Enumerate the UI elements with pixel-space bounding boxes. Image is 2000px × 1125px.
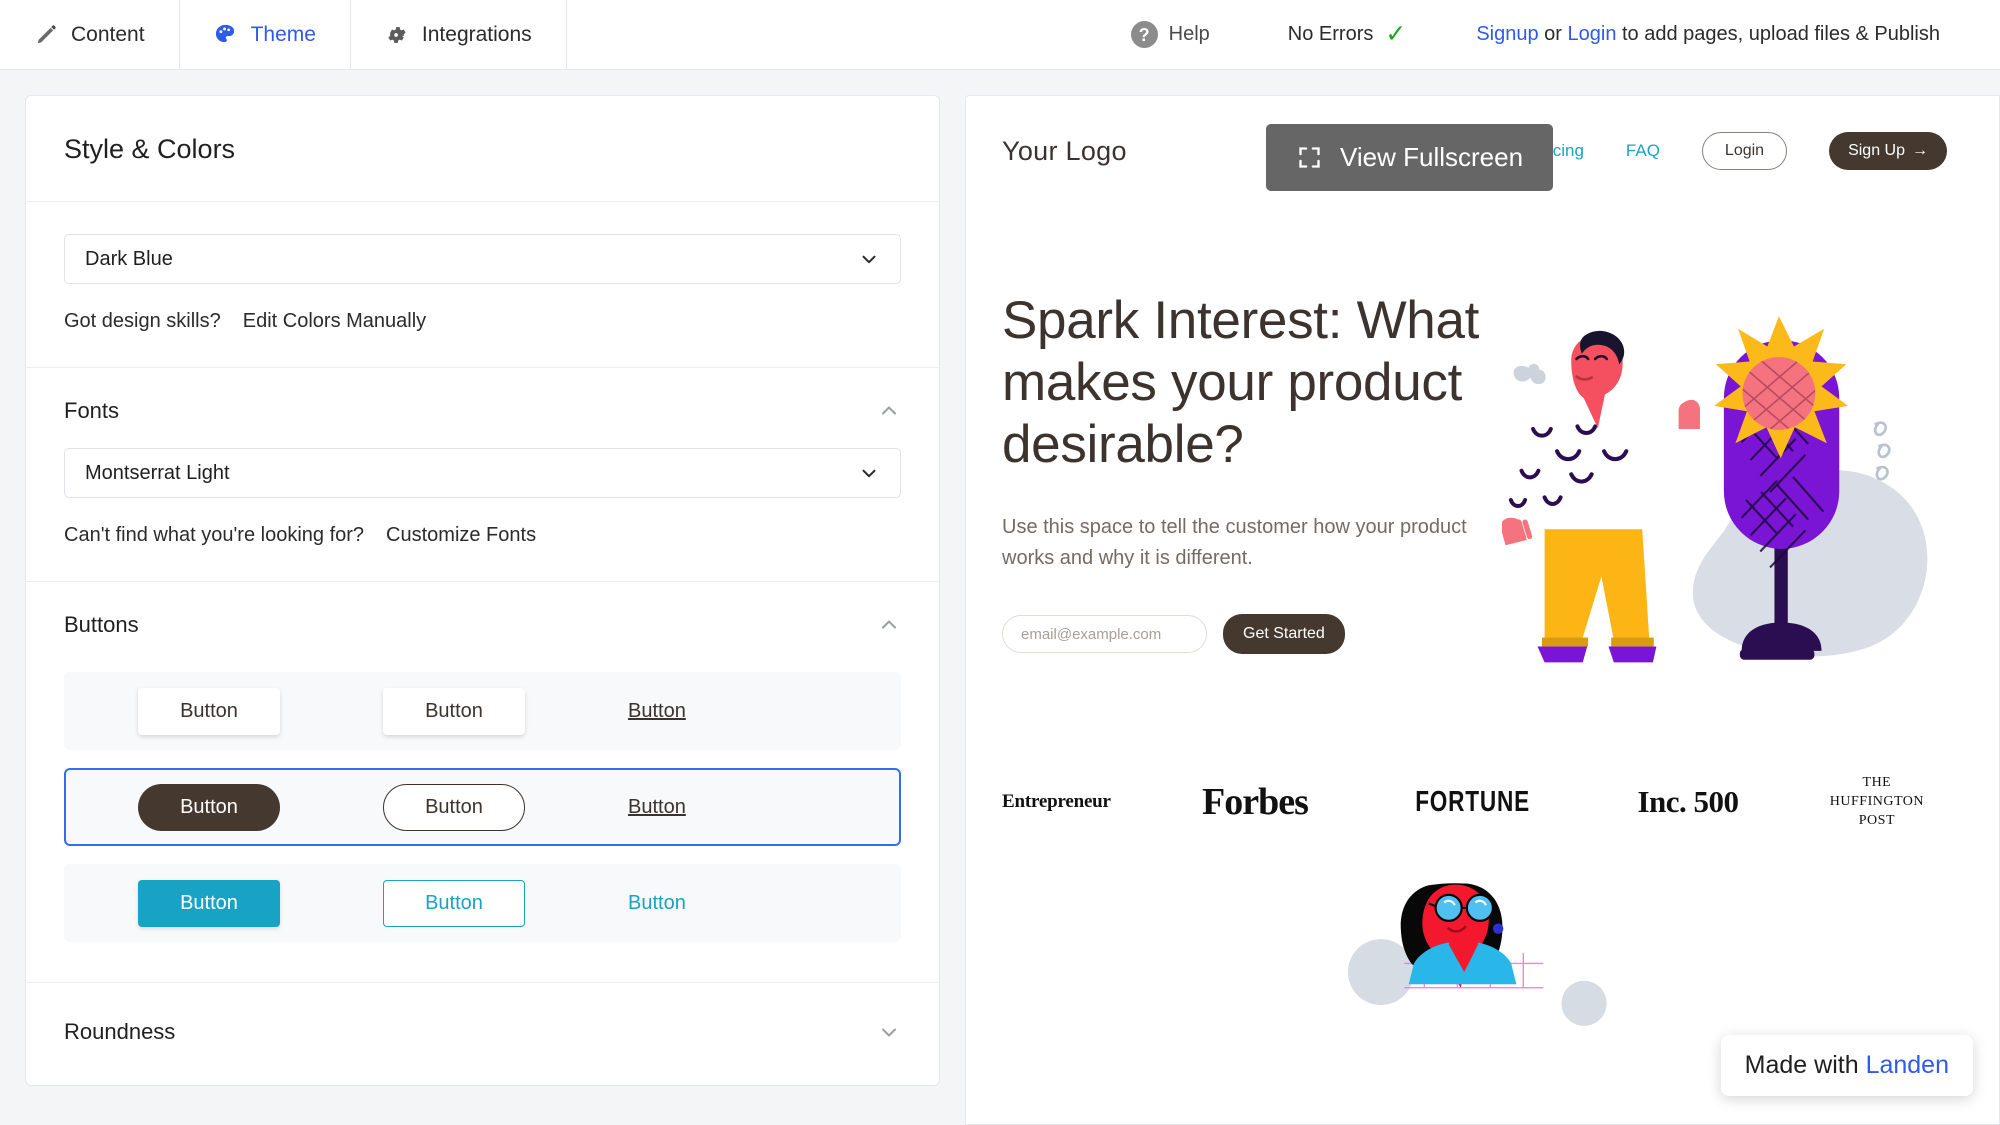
preview-hero: Spark Interest: What makes your product … bbox=[966, 170, 1999, 710]
font-value: Montserrat Light bbox=[85, 462, 230, 485]
landen-brand-link[interactable]: Landen bbox=[1866, 1051, 1949, 1079]
edit-colors-manually-link[interactable]: Edit Colors Manually bbox=[243, 310, 426, 333]
app-toolbar: Content Theme Integrations ? Help bbox=[0, 0, 2000, 70]
color-helper-row: Got design skills? Edit Colors Manually bbox=[64, 310, 901, 333]
help-label: Help bbox=[1169, 23, 1210, 46]
button-style-option-teal[interactable]: Button Button Button bbox=[64, 864, 901, 942]
site-login-button[interactable]: Login bbox=[1702, 132, 1787, 170]
theme-settings-panel: Style & Colors Dark Blue Got design skil… bbox=[25, 95, 940, 1086]
hero-heading: Spark Interest: What makes your product … bbox=[1002, 290, 1502, 476]
preview-outline-button[interactable]: Button bbox=[383, 880, 525, 927]
signup-login-prompt: Signup or Login to add pages, upload fil… bbox=[1476, 23, 1940, 46]
status-no-errors: No Errors ✓ bbox=[1288, 22, 1407, 47]
fonts-section: Fonts Montserrat Light Can't find what y… bbox=[26, 368, 939, 582]
site-logo: Your Logo bbox=[1002, 136, 1127, 167]
preview-link-button[interactable]: Button bbox=[628, 784, 686, 831]
nav-link-faq[interactable]: FAQ bbox=[1626, 141, 1660, 161]
toolbar-status-area: ? Help No Errors ✓ Signup or Login to ad… bbox=[567, 0, 2000, 69]
color-helper-question: Got design skills? bbox=[64, 310, 221, 333]
panel-header: Style & Colors bbox=[26, 96, 939, 202]
preview-solid-button[interactable]: Button bbox=[138, 688, 280, 735]
press-logo-fortune: FORTUNE bbox=[1415, 786, 1530, 819]
tab-theme-label: Theme bbox=[251, 23, 316, 47]
made-with-landen-badge[interactable]: Made with Landen bbox=[1721, 1035, 1973, 1096]
button-style-option-square[interactable]: Button Button Button bbox=[64, 672, 901, 750]
tab-integrations[interactable]: Integrations bbox=[351, 0, 567, 69]
site-signup-label: Sign Up bbox=[1848, 142, 1905, 160]
press-logos-row: Entrepreneur Forbes FORTUNE Inc. 500 THE… bbox=[966, 734, 1999, 831]
press-logo-inc500: Inc. 500 bbox=[1637, 784, 1738, 820]
font-select[interactable]: Montserrat Light bbox=[64, 448, 901, 498]
expand-icon bbox=[1296, 144, 1323, 171]
chevron-down-icon bbox=[858, 248, 880, 270]
tab-integrations-label: Integrations bbox=[422, 23, 532, 47]
workspace: Style & Colors Dark Blue Got design skil… bbox=[0, 70, 2000, 1125]
gear-icon bbox=[385, 23, 409, 47]
preview-outline-button[interactable]: Button bbox=[383, 688, 525, 735]
tab-theme[interactable]: Theme bbox=[180, 0, 351, 69]
signup-link[interactable]: Signup bbox=[1476, 23, 1538, 45]
hero-illustration bbox=[1502, 290, 1999, 710]
button-style-options: Button Button Button Button Button Butto… bbox=[26, 638, 939, 982]
fonts-helper-question: Can't find what you're looking for? bbox=[64, 524, 364, 547]
tab-content[interactable]: Content bbox=[0, 0, 180, 69]
view-fullscreen-button[interactable]: View Fullscreen bbox=[1266, 124, 1553, 191]
color-scheme-value: Dark Blue bbox=[85, 248, 173, 271]
palette-icon bbox=[214, 23, 238, 47]
question-mark-icon: ? bbox=[1131, 21, 1158, 48]
press-logo-entrepreneur: Entrepreneur bbox=[1002, 791, 1111, 813]
email-field[interactable] bbox=[1002, 615, 1207, 653]
color-scheme-select[interactable]: Dark Blue bbox=[64, 234, 901, 284]
buttons-section: Buttons Button Button Button Button Butt… bbox=[26, 582, 939, 983]
preview-link-button[interactable]: Button bbox=[628, 880, 686, 927]
chevron-down-icon bbox=[858, 462, 880, 484]
made-with-prefix: Made with bbox=[1745, 1051, 1866, 1079]
roundness-accordion-header[interactable]: Roundness bbox=[26, 983, 939, 1085]
color-scheme-section: Dark Blue Got design skills? Edit Colors… bbox=[26, 202, 939, 368]
site-preview: View Fullscreen Your Logo Features Prici… bbox=[965, 95, 2000, 1125]
chevron-up-icon bbox=[877, 399, 901, 423]
get-started-button[interactable]: Get Started bbox=[1223, 614, 1345, 654]
page-title: Style & Colors bbox=[64, 134, 901, 165]
checkmark-icon: ✓ bbox=[1385, 22, 1406, 47]
preview-link-button[interactable]: Button bbox=[628, 688, 686, 735]
view-fullscreen-label: View Fullscreen bbox=[1340, 142, 1523, 173]
tab-content-label: Content bbox=[71, 23, 145, 47]
fonts-helper-row: Can't find what you're looking for? Cust… bbox=[64, 524, 901, 547]
login-link[interactable]: Login bbox=[1568, 23, 1617, 45]
buttons-section-title: Buttons bbox=[64, 612, 139, 638]
help-button[interactable]: ? Help bbox=[1131, 21, 1210, 48]
preview-solid-button[interactable]: Button bbox=[138, 880, 280, 927]
no-errors-label: No Errors bbox=[1288, 23, 1374, 46]
preview-outline-button[interactable]: Button bbox=[383, 784, 525, 831]
chevron-down-icon bbox=[877, 1020, 901, 1044]
site-signup-button[interactable]: Sign Up → bbox=[1829, 132, 1947, 170]
toolbar-tabs: Content Theme Integrations bbox=[0, 0, 567, 69]
prompt-or: or bbox=[1539, 23, 1568, 45]
roundness-section-title: Roundness bbox=[64, 1019, 175, 1045]
hero-signup-form: Get Started bbox=[1002, 614, 1502, 654]
chevron-up-icon bbox=[877, 613, 901, 637]
button-style-option-rounded-dark[interactable]: Button Button Button bbox=[64, 768, 901, 846]
hero-copy: Spark Interest: What makes your product … bbox=[1002, 290, 1502, 710]
customize-fonts-link[interactable]: Customize Fonts bbox=[386, 524, 536, 547]
prompt-tail: to add pages, upload files & Publish bbox=[1616, 23, 1940, 45]
pencil-icon bbox=[34, 23, 58, 47]
buttons-accordion-header[interactable]: Buttons bbox=[26, 582, 939, 638]
press-logo-forbes: Forbes bbox=[1202, 780, 1308, 824]
arrow-right-icon: → bbox=[1912, 142, 1928, 160]
press-logo-huffington-post: THEHUFFINGTONPOST bbox=[1830, 774, 1924, 831]
fonts-section-title: Fonts bbox=[64, 398, 119, 424]
fonts-accordion-header[interactable]: Fonts bbox=[26, 368, 939, 424]
hero-subtext: Use this space to tell the customer how … bbox=[1002, 512, 1502, 574]
preview-solid-button[interactable]: Button bbox=[138, 784, 280, 831]
person-and-lamp-illustration bbox=[1502, 290, 1999, 710]
